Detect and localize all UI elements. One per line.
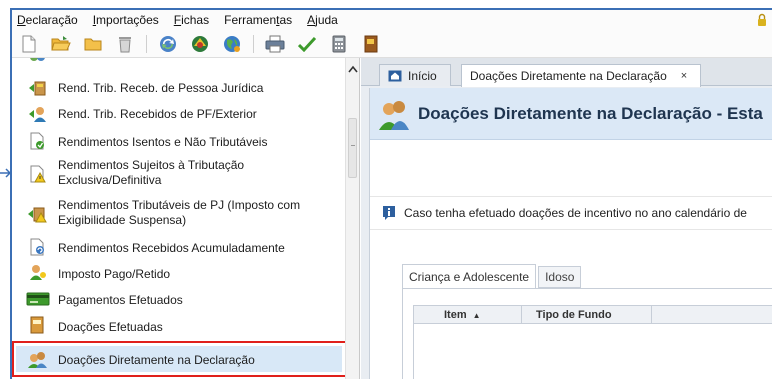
subtab-crianca-adolescente[interactable]: Criança e Adolescente [402,264,537,288]
subtab-bar: Criança e Adolescente Idoso [402,264,583,288]
scrollbar-thumb[interactable] [348,118,357,178]
donations-header-icon [378,98,410,130]
globe-icon[interactable] [221,33,243,55]
people-icon [28,58,48,68]
content-area: Doações Diretamente na Declaração - Esta… [369,88,772,379]
menu-ferramentas[interactable]: Ferramentas [224,13,292,27]
sidebar-item-label: Rend. Trib. Recebidos de PF/Exterior [58,107,257,121]
sidebar-item-imposto-pago[interactable]: Imposto Pago/Retido [12,262,342,284]
tab-label: Início [408,68,437,83]
sync-icon[interactable] [157,33,179,55]
table-header: Item ▲ Tipo de Fundo [414,306,772,324]
book-icon[interactable] [360,33,382,55]
sidebar-item-partial [12,58,342,66]
sidebar-item-label: Imposto Pago/Retido [58,267,171,281]
scrollbar-grip [351,145,355,146]
column-header-empty [652,306,772,324]
tab-inicio[interactable]: Início [379,64,451,86]
pf-income-icon [28,105,48,123]
menu-importacoes[interactable]: Importações [93,13,159,27]
data-table: Item ▲ Tipo de Fundo [413,305,772,379]
pj-income-icon [28,79,48,97]
tab-label: Doações Diretamente na Declaração [470,69,667,83]
application-window: Declaração Importações Fichas Ferramenta… [10,8,772,379]
menu-ajuda[interactable]: Ajuda [307,13,338,27]
sort-asc-icon: ▲ [472,310,481,320]
payments-icon [26,291,50,309]
sidebar-item-label: Rendimentos Tributáveis de PJ (Imposto c… [58,198,301,227]
info-message: Caso tenha efetuado doações de incentivo… [370,196,772,230]
toolbar-separator [146,34,147,53]
folder-icon[interactable] [82,33,104,55]
sidebar-scrollbar[interactable] [345,58,359,379]
toolbar-separator [253,34,254,53]
tab-bar: Início Doações Diretamente na Declaração… [361,58,772,87]
home-icon [388,70,402,82]
tax-paid-icon [28,263,48,281]
sidebar-item-label: Rendimentos Isentos e Não Tributáveis [58,135,268,149]
trash-icon[interactable] [114,33,136,55]
sidebar-item-label: Doações Diretamente na Declaração [58,353,255,367]
lock-icon [757,13,767,27]
page-header: Doações Diretamente na Declaração - Esta [370,88,772,140]
sidebar: Rend. Trib. Receb. de Pessoa Jurídica Re… [12,58,360,379]
info-text: Caso tenha efetuado doações de incentivo… [404,206,747,220]
sidebar-item-acumuladamente[interactable]: Rendimentos Recebidos Acumuladamente [12,236,342,258]
print-icon[interactable] [264,33,286,55]
new-file-icon[interactable] [18,33,40,55]
donations-icon [28,316,48,334]
receita-icon[interactable] [189,33,211,55]
main-panel: Início Doações Diretamente na Declaração… [361,58,772,379]
sidebar-item-label: Pagamentos Efetuados [58,293,183,307]
sidebar-item-rend-pj[interactable]: Rend. Trib. Receb. de Pessoa Jurídica [12,78,342,98]
sidebar-item-pagamentos[interactable]: Pagamentos Efetuados [12,288,342,310]
info-icon [382,205,396,221]
sidebar-item-suspensa[interactable]: Rendimentos Tributáveis de PJ (Imposto c… [12,196,342,230]
sidebar-item-doacoes-efetuadas[interactable]: Doações Efetuadas [12,314,342,338]
sidebar-item-label: Rendimentos Recebidos Acumuladamente [58,241,285,255]
menu-declaracao[interactable]: Declaração [17,13,78,27]
accumulated-income-icon [28,238,48,256]
suspended-tax-icon [28,205,48,223]
page-title: Doações Diretamente na Declaração - Esta [418,104,763,123]
column-header-item[interactable]: Item ▲ [414,306,522,324]
check-icon[interactable] [296,33,318,55]
sidebar-item-exclusiva[interactable]: Rendimentos Sujeitos à Tributação Exclusi… [12,156,342,190]
sidebar-item-rend-pf[interactable]: Rend. Trib. Recebidos de PF/Exterior [12,104,342,124]
sidebar-item-doacoes-diretamente[interactable]: Doações Diretamente na Declaração [16,346,342,372]
column-header-tipo-fundo[interactable]: Tipo de Fundo [522,306,652,324]
direct-donations-icon [28,350,48,368]
menu-fichas[interactable]: Fichas [174,13,209,27]
sidebar-item-label: Doações Efetuadas [58,320,163,334]
sidebar-item-label: Rendimentos Sujeitos à Tributação Exclusi… [58,158,245,187]
exempt-income-icon [28,132,48,150]
close-icon[interactable]: × [681,70,687,82]
subtab-idoso[interactable]: Idoso [538,266,582,288]
calculator-icon[interactable] [328,33,350,55]
menu-bar: Declaração Importações Fichas Ferramenta… [12,10,772,30]
scroll-up-icon[interactable] [348,62,358,73]
tab-doacoes[interactable]: Doações Diretamente na Declaração × [461,64,701,87]
sidebar-item-label: Rend. Trib. Receb. de Pessoa Jurídica [58,81,264,95]
table-container: Item ▲ Tipo de Fundo [402,288,772,379]
sidebar-item-isentos[interactable]: Rendimentos Isentos e Não Tributáveis [12,130,342,152]
exclusive-tax-icon [28,165,48,183]
toolbar [12,30,772,58]
open-folder-icon[interactable] [50,33,72,55]
